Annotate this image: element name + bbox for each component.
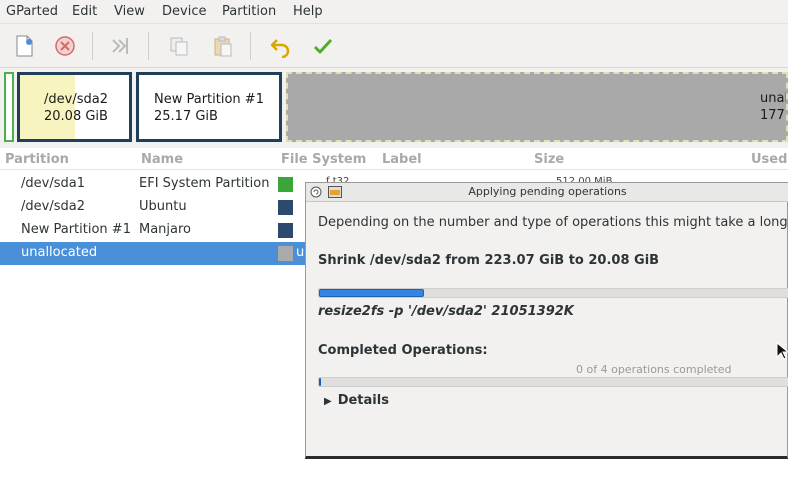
completed-operations-label: Completed Operations: (318, 343, 488, 358)
filesystem-color-swatch (278, 177, 293, 192)
apply-operations-dialog: Applying pending operations Depending on… (305, 182, 788, 459)
progress-fill (319, 289, 425, 297)
menu-gparted[interactable]: GParted (6, 4, 58, 19)
resize-move-icon[interactable] (110, 34, 132, 58)
delete-icon[interactable] (54, 34, 76, 58)
current-operation: Shrink /dev/sda2 from 223.07 GiB to 20.0… (318, 253, 660, 268)
completed-progress-bar (318, 377, 788, 387)
column-used[interactable]: Used (751, 152, 787, 167)
menu-view[interactable]: View (114, 4, 145, 19)
details-label: Details (337, 393, 389, 408)
menu-partition[interactable]: Partition (222, 4, 276, 19)
dialog-description: Depending on the number and type of oper… (318, 215, 788, 230)
partition-block-unallocated[interactable]: unal 177. (286, 72, 788, 142)
menubar: GParted Edit View Device Partition Help (0, 0, 788, 24)
partition-block-label: /dev/sda2 (44, 92, 108, 107)
completed-status: 0 of 4 operations completed (576, 363, 732, 376)
progress-fill (319, 378, 321, 386)
apply-icon[interactable] (312, 34, 334, 58)
partition-block-label: New Partition #1 (154, 92, 264, 107)
copy-icon[interactable] (168, 34, 190, 58)
row-partition: unallocated (21, 245, 98, 260)
mouse-cursor-icon (776, 342, 788, 360)
column-name[interactable]: Name (141, 152, 183, 167)
partition-block-sda2[interactable]: /dev/sda2 20.08 GiB (17, 72, 132, 142)
toolbar-separator (148, 32, 149, 60)
partition-block-label: unal (760, 91, 788, 106)
filesystem-color-swatch (278, 246, 293, 261)
partition-block-new1[interactable]: New Partition #1 25.17 GiB (136, 72, 282, 142)
operation-progress-bar (318, 288, 788, 298)
paste-icon[interactable] (212, 34, 234, 58)
partition-block-size: 177. (760, 108, 788, 123)
partition-block-size: 25.17 GiB (154, 109, 218, 124)
row-name: Ubuntu (139, 199, 187, 214)
column-size[interactable]: Size (534, 152, 564, 167)
filesystem-color-swatch (278, 200, 293, 215)
partition-map: /dev/sda2 20.08 GiB New Partition #1 25.… (0, 68, 788, 148)
column-label[interactable]: Label (382, 152, 422, 167)
row-partition: New Partition #1 (21, 222, 131, 237)
row-name: Manjaro (139, 222, 192, 237)
new-icon[interactable] (14, 34, 36, 58)
undo-icon[interactable] (269, 34, 291, 59)
toolbar-separator (250, 32, 251, 60)
partition-block-size: 20.08 GiB (44, 109, 108, 124)
dialog-title: Applying pending operations (468, 185, 627, 198)
menu-edit[interactable]: Edit (72, 4, 97, 19)
row-name: EFI System Partition (139, 176, 270, 191)
menu-help[interactable]: Help (293, 4, 323, 19)
row-filesystem: u (296, 245, 305, 260)
toolbar-separator (92, 32, 93, 60)
expander-arrow-icon: ▶ (324, 396, 332, 407)
current-command: resize2fs -p '/dev/sda2' 21051392K (318, 304, 574, 319)
column-partition[interactable]: Partition (5, 152, 69, 167)
row-partition: /dev/sda2 (21, 199, 85, 214)
filesystem-color-swatch (278, 223, 293, 238)
column-file-system[interactable]: File System (281, 152, 366, 167)
details-expander[interactable]: ▶ Details (324, 393, 389, 408)
row-partition: /dev/sda1 (21, 176, 85, 191)
menu-device[interactable]: Device (162, 4, 206, 19)
partition-block-sda1[interactable] (4, 72, 14, 142)
partition-table-header: Partition Name File System Label Size Us… (0, 150, 788, 170)
dialog-titlebar[interactable]: Applying pending operations (306, 183, 788, 202)
toolbar (0, 24, 788, 68)
